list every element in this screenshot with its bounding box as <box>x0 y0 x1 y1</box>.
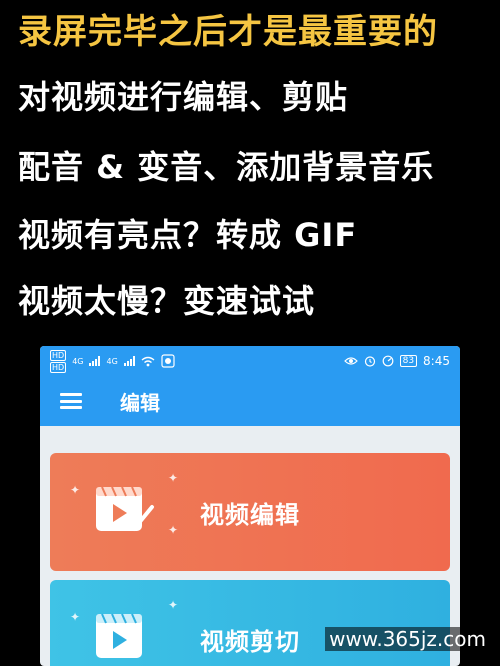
signal-icon-2 <box>123 356 135 366</box>
sparkle-icon: ✦ <box>70 483 81 497</box>
menu-icon[interactable] <box>60 393 82 409</box>
record-icon <box>161 354 175 368</box>
sim2-badge: HD <box>50 361 67 373</box>
video-cut-label: 视频剪切 <box>200 627 300 656</box>
network-type-1: 4G <box>72 356 84 366</box>
status-bar: HD HD 4G 4G 83 8:45 <box>40 346 460 376</box>
headline: 录屏完毕之后才是最重要的 <box>18 12 438 52</box>
network-type-2: 4G <box>106 356 118 366</box>
video-edit-card[interactable]: ✦ ✦ ✦ 视频编辑 <box>50 453 450 571</box>
feature-line-gif: 视频有亮点？转成 GIF <box>18 216 358 254</box>
video-cut-icon <box>90 604 160 666</box>
sparkle-icon: ✦ <box>168 598 179 612</box>
wifi-icon <box>141 356 155 366</box>
video-cut-card[interactable]: ✦ ✦ 视频剪切 <box>50 580 450 666</box>
app-title: 编辑 <box>120 390 160 415</box>
sparkle-icon: ✦ <box>168 471 179 485</box>
alarm-icon <box>364 356 375 367</box>
sparkle-icon: ✦ <box>168 523 179 537</box>
sim-icons: HD HD <box>50 349 67 373</box>
app-bar: 编辑 <box>40 376 460 426</box>
video-edit-label: 视频编辑 <box>200 500 300 529</box>
watermark: www.365jz.com <box>325 627 490 651</box>
sparkle-icon: ✦ <box>70 610 81 624</box>
phone-screenshot: HD HD 4G 4G 83 8:45 编辑 ✦ ✦ ✦ 视频编辑 ✦ ✦ 视频… <box>40 346 460 666</box>
sim1-badge: HD <box>50 349 67 361</box>
speed-icon <box>382 355 393 367</box>
video-edit-icon <box>90 477 160 547</box>
feature-line-edit: 对视频进行编辑、剪贴 <box>18 78 349 116</box>
signal-icon <box>89 356 101 366</box>
feature-line-speed: 视频太慢？变速试试 <box>18 282 316 320</box>
eye-icon <box>343 357 358 365</box>
feature-line-audio: 配音 & 变音、添加背景音乐 <box>18 148 435 186</box>
clock: 8:45 <box>423 354 450 368</box>
battery-icon: 83 <box>399 355 418 367</box>
